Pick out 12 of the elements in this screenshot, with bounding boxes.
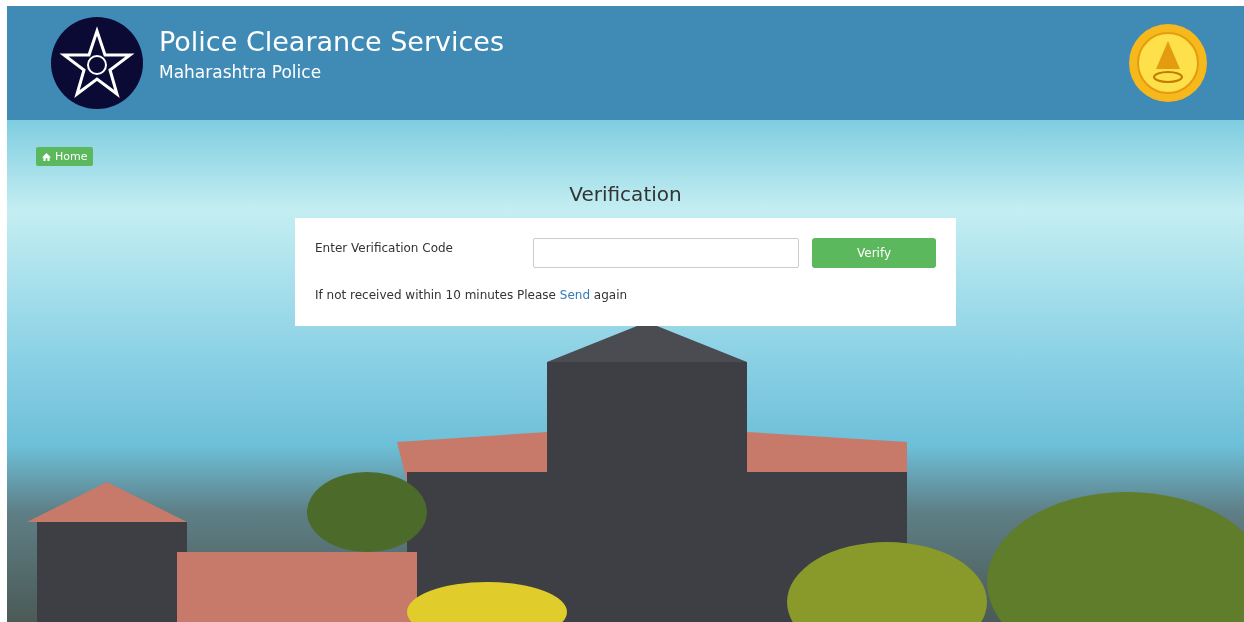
field-label: Enter Verification Code xyxy=(315,241,454,255)
home-breadcrumb-link[interactable]: Home xyxy=(36,147,94,166)
site-subtitle: Maharashtra Police xyxy=(159,61,323,84)
resend-note: If not received within 10 minutes Please Send again xyxy=(315,288,629,302)
site-title: Police Clearance Services xyxy=(159,25,506,59)
page-heading: Verification xyxy=(569,182,682,206)
state-seal-emblem-icon xyxy=(1128,23,1208,103)
send-link[interactable]: Send xyxy=(559,288,591,302)
home-icon xyxy=(42,152,51,161)
police-star-emblem-icon xyxy=(51,17,143,109)
verification-code-input[interactable] xyxy=(533,238,799,268)
verify-button[interactable]: Verify xyxy=(812,238,936,268)
